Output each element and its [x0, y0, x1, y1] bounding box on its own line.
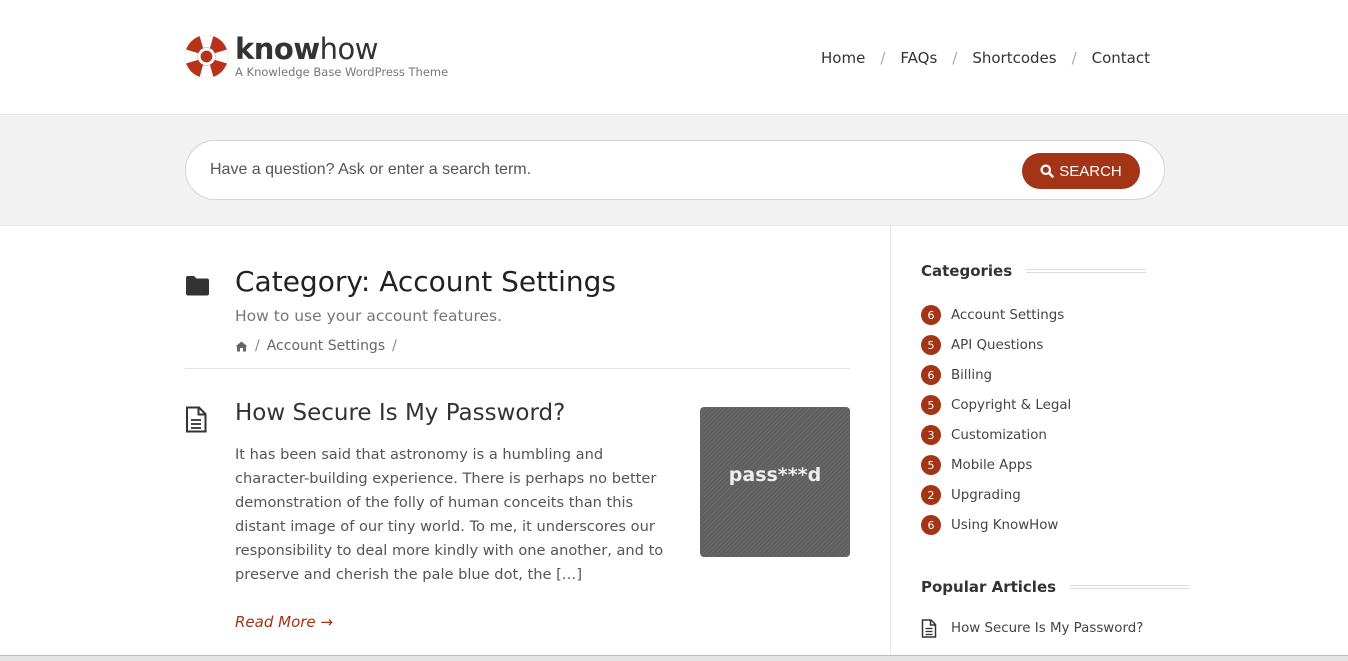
category-label: Customization: [951, 427, 1047, 443]
article-thumbnail[interactable]: pass***d: [700, 407, 850, 557]
content-divider: [185, 368, 850, 369]
category-label: Upgrading: [951, 487, 1021, 503]
site-name: knowhow: [235, 34, 448, 64]
nav-faqs[interactable]: FAQs: [900, 49, 937, 67]
category-item[interactable]: 5 Mobile Apps: [921, 450, 1071, 480]
document-icon: [186, 406, 207, 433]
count-badge: 6: [921, 305, 941, 325]
window-bottom-bar: [0, 655, 1348, 661]
main-nav: Home / FAQs / Shortcodes / Contact: [821, 49, 1150, 67]
read-more-link[interactable]: Read More →: [235, 613, 333, 631]
count-badge: 3: [921, 425, 941, 445]
category-item[interactable]: 3 Customization: [921, 420, 1071, 450]
folder-icon: [186, 276, 209, 296]
site-tagline: A Knowledge Base WordPress Theme: [235, 65, 449, 79]
category-item[interactable]: 6 Billing: [921, 360, 1071, 390]
document-icon: [921, 619, 937, 638]
nav-separator: /: [1071, 49, 1077, 67]
categories-heading: Categories: [921, 262, 1147, 280]
category-label: Account Settings: [951, 307, 1065, 323]
search-icon: [1040, 164, 1055, 178]
category-description: How to use your account features.: [235, 307, 503, 325]
popular-article-label: How Secure Is My Password?: [951, 621, 1144, 636]
lifebuoy-icon: [184, 34, 229, 79]
count-badge: 6: [921, 365, 941, 385]
heading-rule: [1026, 269, 1147, 273]
category-item[interactable]: 6 Account Settings: [921, 300, 1071, 330]
category-label: Copyright & Legal: [951, 397, 1072, 413]
site-header: knowhow A Knowledge Base WordPress Theme…: [0, 0, 1348, 114]
article-title-link[interactable]: How Secure Is My Password?: [235, 400, 565, 426]
category-item[interactable]: 5 Copyright & Legal: [921, 390, 1071, 420]
sidebar-divider: [890, 226, 891, 661]
breadcrumb: / Account Settings /: [235, 338, 404, 354]
category-label: API Questions: [951, 337, 1044, 353]
count-badge: 6: [921, 515, 941, 535]
article-excerpt: It has been said that astronomy is a hum…: [235, 446, 664, 583]
logo-text: knowhow A Knowledge Base WordPress Theme: [235, 34, 448, 79]
breadcrumb-current[interactable]: Account Settings: [267, 338, 385, 354]
nav-contact[interactable]: Contact: [1092, 49, 1150, 67]
search-box: SEARCH: [185, 140, 1165, 200]
count-badge: 5: [921, 395, 941, 415]
site-logo[interactable]: knowhow A Knowledge Base WordPress Theme: [184, 34, 448, 79]
page-title: Category: Account Settings: [235, 265, 616, 298]
site-name-bold: know: [235, 32, 320, 66]
thumbnail-text: pass***d: [728, 464, 822, 486]
search-input[interactable]: [210, 141, 990, 199]
category-item[interactable]: 6 Using KnowHow: [921, 510, 1071, 540]
category-label: Billing: [951, 367, 993, 383]
category-item[interactable]: 2 Upgrading: [921, 480, 1071, 510]
category-list: 6 Account Settings 5 API Questions 6 Billin…: [921, 300, 1071, 540]
breadcrumb-separator: /: [255, 338, 260, 354]
home-icon[interactable]: [235, 341, 248, 352]
popular-article-item[interactable]: How Secure Is My Password?: [921, 619, 1143, 638]
nav-home[interactable]: Home: [821, 49, 865, 67]
count-badge: 2: [921, 485, 941, 505]
categories-heading-label: Categories: [921, 262, 1013, 280]
nav-separator: /: [880, 49, 886, 67]
search-button[interactable]: SEARCH: [1022, 153, 1140, 189]
search-band: SEARCH: [0, 114, 1348, 226]
nav-shortcodes[interactable]: Shortcodes: [972, 49, 1056, 67]
count-badge: 5: [921, 335, 941, 355]
heading-rule: [1070, 585, 1191, 589]
breadcrumb-separator: /: [392, 338, 397, 354]
category-label: Using KnowHow: [951, 517, 1059, 533]
category-item[interactable]: 5 API Questions: [921, 330, 1071, 360]
category-label: Mobile Apps: [951, 457, 1033, 473]
popular-articles-heading: Popular Articles: [921, 578, 1191, 596]
site-name-regular: how: [319, 32, 379, 66]
nav-separator: /: [952, 49, 958, 67]
popular-heading-label: Popular Articles: [921, 578, 1057, 596]
search-button-label: SEARCH: [1059, 162, 1122, 180]
count-badge: 5: [921, 455, 941, 475]
